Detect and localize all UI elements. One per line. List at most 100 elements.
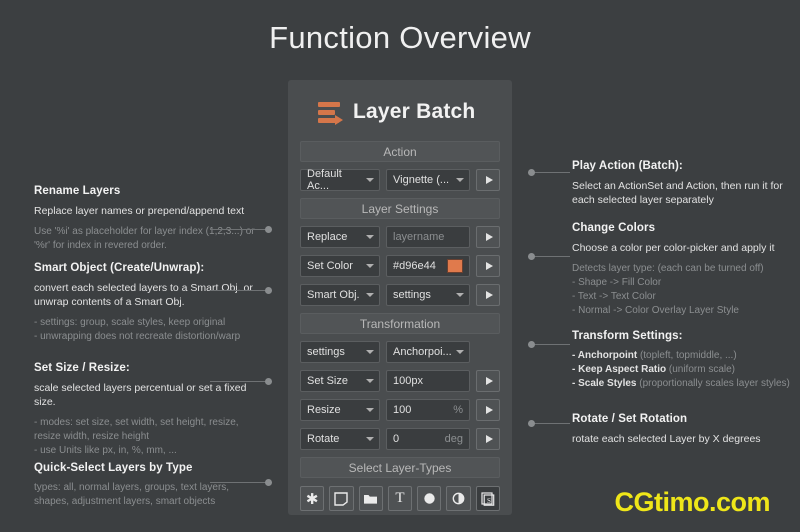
- layername-input[interactable]: layername: [386, 226, 470, 248]
- resize-value: 100: [393, 404, 412, 416]
- section-action: Action: [300, 141, 500, 162]
- resize-input[interactable]: 100 %: [386, 399, 470, 421]
- row-color: Set Color #d96e44: [300, 255, 500, 277]
- color-mode-select[interactable]: Set Color: [300, 255, 380, 277]
- run-color-button[interactable]: [476, 255, 500, 277]
- annotation-main: Replace layer names or prepend/append te…: [34, 205, 245, 217]
- transform-item-label: - Keep Aspect Ratio: [572, 364, 667, 375]
- set-size-input[interactable]: 100px: [386, 370, 470, 392]
- transform-item-0: - Anchorpoint (topleft, topmiddle, ...): [572, 349, 800, 363]
- panel-header: Layer Batch: [300, 90, 500, 134]
- actionset-select[interactable]: Default Ac...: [300, 168, 380, 192]
- action-value: Vignette (...: [393, 174, 450, 186]
- annotation-transform-settings: Transform Settings: - Anchorpoint (tople…: [572, 330, 800, 391]
- rotate-mode-select[interactable]: Rotate: [300, 428, 380, 450]
- smart-object-settings-select[interactable]: settings: [386, 284, 470, 306]
- transform-item-1: - Keep Aspect Ratio (uniform scale): [572, 363, 800, 377]
- action-select[interactable]: Vignette (...: [386, 169, 470, 191]
- actionset-value: Default Ac...: [307, 168, 342, 192]
- chevron-down-icon: [366, 235, 374, 239]
- transform-item-label: - Scale Styles: [572, 378, 637, 389]
- anchorpoint-select[interactable]: Anchorpoi...: [386, 341, 470, 363]
- annotation-title: Play Action (Batch):: [572, 160, 683, 172]
- annotation-rotate: Rotate / Set Rotation rotate each select…: [572, 413, 800, 453]
- group-folder-icon[interactable]: [358, 486, 383, 511]
- annotation-set-size-resize: Set Size / Resize: scale selected layers…: [34, 362, 266, 458]
- chevron-down-icon: [366, 178, 374, 182]
- smart-object-mode-value: Smart Obj.: [307, 289, 360, 301]
- annotation-title: Rename Layers: [34, 185, 121, 197]
- transform-item-2: - Scale Styles (proportionally scales la…: [572, 377, 800, 391]
- connector-rename: [210, 226, 272, 233]
- normal-layer-icon[interactable]: [329, 486, 354, 511]
- shape-layer-icon[interactable]: [417, 486, 442, 511]
- annotation-rename-layers: Rename Layers Replace layer names or pre…: [34, 185, 266, 253]
- annotation-main: rotate each selected Layer by X degrees: [572, 433, 761, 445]
- all-layers-icon[interactable]: ✱: [300, 486, 325, 511]
- annotation-quick-select: Quick-Select Layers by Type types: all, …: [34, 462, 266, 509]
- row-rotate: Rotate 0 deg: [300, 428, 500, 450]
- text-layer-icon[interactable]: T: [387, 486, 413, 511]
- section-select-layer-types: Select Layer-Types: [300, 457, 500, 478]
- connector-quick-select: [210, 479, 272, 486]
- transform-settings-spacer: [476, 341, 500, 363]
- set-size-mode-select[interactable]: Set Size: [300, 370, 380, 392]
- annotation-main: convert each selected layers to a Smart …: [34, 282, 253, 309]
- transform-item-label: - Anchorpoint: [572, 350, 638, 361]
- annotation-sub: - modes: set size, set width, set height…: [34, 417, 239, 457]
- run-resize-button[interactable]: [476, 399, 500, 421]
- annotation-main: Choose a color per color-picker and appl…: [572, 242, 775, 254]
- color-hex-value: #d96e44: [393, 260, 436, 272]
- rotate-value: 0: [393, 433, 400, 445]
- rotate-input[interactable]: 0 deg: [386, 428, 470, 450]
- annotation-title: Change Colors: [572, 222, 656, 234]
- page-title: Function Overview: [269, 20, 531, 55]
- row-action: Default Ac... Vignette (...: [300, 168, 500, 192]
- chevron-down-icon: [366, 379, 374, 383]
- connector-set-size: [210, 378, 272, 385]
- adjustment-layer-icon[interactable]: [446, 486, 471, 511]
- annotation-sub: Detects layer type: (each can be turned …: [572, 263, 764, 317]
- row-rename: Replace layername: [300, 226, 500, 248]
- section-layer-settings: Layer Settings: [300, 198, 500, 219]
- row-resize: Resize 100 %: [300, 399, 500, 421]
- chevron-down-icon: [366, 350, 374, 354]
- transform-item-note: (proportionally scales layer styles): [639, 378, 790, 389]
- layer-batch-logo-icon: [318, 99, 344, 125]
- run-smart-object-button[interactable]: [476, 284, 500, 306]
- chevron-down-icon: [366, 264, 374, 268]
- resize-mode-select[interactable]: Resize: [300, 399, 380, 421]
- color-hex-input[interactable]: #d96e44: [386, 255, 470, 277]
- run-rotate-button[interactable]: [476, 428, 500, 450]
- connector-transform: [528, 341, 570, 348]
- connector-smart-object: [210, 287, 272, 294]
- smart-object-icon[interactable]: S: [475, 486, 500, 511]
- transform-settings-value: settings: [307, 346, 345, 358]
- layer-type-buttons: ✱ T S: [300, 486, 500, 511]
- annotation-main: Select an ActionSet and Action, then run…: [572, 180, 783, 207]
- transform-settings-select[interactable]: settings: [300, 341, 380, 363]
- chevron-down-icon: [366, 437, 374, 441]
- svg-text:S: S: [487, 497, 491, 505]
- play-action-button[interactable]: [476, 169, 500, 191]
- connector-play-action: [528, 169, 570, 176]
- annotation-sub: types: all, normal layers, groups, text …: [34, 482, 230, 507]
- connector-change-colors: [528, 253, 570, 260]
- annotation-title: Quick-Select Layers by Type: [34, 462, 193, 474]
- run-rename-button[interactable]: [476, 226, 500, 248]
- chevron-down-icon: [366, 293, 374, 297]
- chevron-down-icon: [456, 178, 464, 182]
- annotation-title: Transform Settings:: [572, 330, 683, 342]
- color-mode-value: Set Color: [307, 260, 353, 272]
- color-swatch[interactable]: [447, 259, 463, 273]
- panel-title: Layer Batch: [353, 100, 476, 123]
- row-transform-settings: settings Anchorpoi...: [300, 341, 500, 363]
- run-set-size-button[interactable]: [476, 370, 500, 392]
- annotation-title: Set Size / Resize:: [34, 362, 130, 374]
- rename-mode-select[interactable]: Replace: [300, 226, 380, 248]
- set-size-value: 100px: [393, 375, 423, 387]
- layer-batch-panel: Layer Batch Action Default Ac... Vignett…: [288, 80, 512, 515]
- smart-object-mode-select[interactable]: Smart Obj.: [300, 284, 380, 306]
- resize-mode-value: Resize: [307, 404, 341, 416]
- annotation-title: Rotate / Set Rotation: [572, 413, 688, 425]
